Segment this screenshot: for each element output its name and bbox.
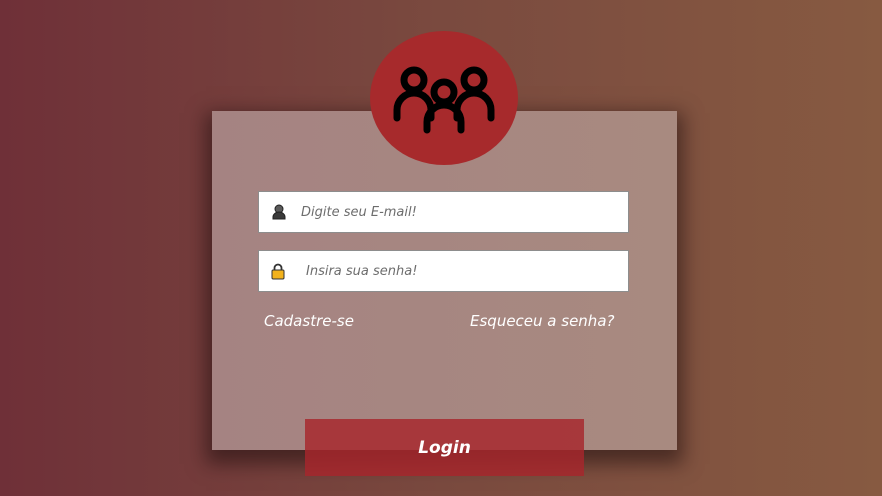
group-users-icon: [370, 31, 518, 165]
login-button[interactable]: Login: [305, 419, 584, 476]
password-input[interactable]: [306, 263, 606, 279]
signup-link[interactable]: Cadastre-se: [264, 312, 354, 330]
email-field[interactable]: [258, 191, 629, 233]
forgot-password-link[interactable]: Esqueceu a senha?: [470, 312, 614, 330]
user-icon: [271, 203, 287, 221]
email-input[interactable]: [301, 204, 601, 220]
password-field[interactable]: [258, 250, 629, 292]
lock-icon: [270, 262, 286, 280]
